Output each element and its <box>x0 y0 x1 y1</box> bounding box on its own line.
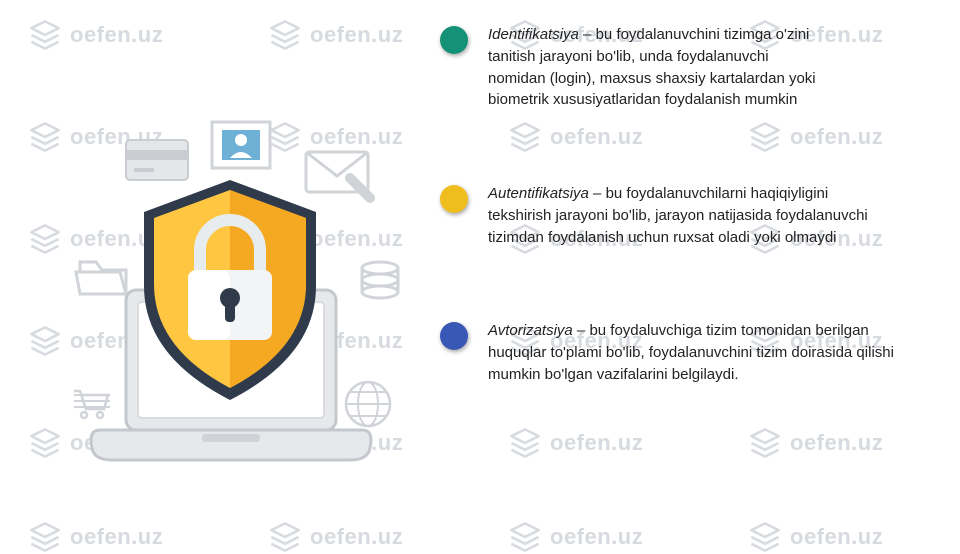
definition-item-avtorizatsiya: Avtorizatsiya – bu foydaluvchiga tizim t… <box>440 320 940 385</box>
definition-text: Avtorizatsiya – bu foydaluvchiga tizim t… <box>488 320 928 385</box>
definition-item-identifikatsiya: Identifikatsiya – bu foydalanuvchini tiz… <box>440 24 940 111</box>
stack-icon <box>748 426 782 460</box>
bullet-circle <box>440 26 468 54</box>
definition-term: Autentifikatsiya <box>488 185 589 202</box>
folder-icon <box>76 262 126 294</box>
definition-term: Avtorizatsiya <box>488 322 573 339</box>
stack-icon <box>268 18 302 52</box>
stack-icon <box>748 520 782 554</box>
globe-icon <box>346 382 390 426</box>
definition-item-autentifikatsiya: Autentifikatsiya – bu foydalanuvchilarni… <box>440 183 940 248</box>
cart-icon <box>74 391 110 418</box>
definition-term: Identifikatsiya <box>488 26 579 43</box>
card-icon <box>126 140 188 180</box>
watermark-text: oefen.uz <box>790 430 883 456</box>
stack-icon <box>28 520 62 554</box>
bullet-circle <box>440 185 468 213</box>
watermark-text: oefen.uz <box>550 430 643 456</box>
definitions-list: Identifikatsiya – bu foydalanuvchini tiz… <box>440 24 940 386</box>
envelope-icon <box>306 152 370 198</box>
watermark-text: oefen.uz <box>790 524 883 550</box>
database-icon <box>362 262 398 298</box>
stack-icon <box>268 520 302 554</box>
watermark-text: oefen.uz <box>310 22 403 48</box>
security-illustration <box>30 100 430 480</box>
stack-icon <box>508 520 542 554</box>
watermark-text: oefen.uz <box>70 22 163 48</box>
watermark-text: oefen.uz <box>310 524 403 550</box>
watermark-text: oefen.uz <box>70 524 163 550</box>
stack-icon <box>28 18 62 52</box>
id-card-icon <box>212 122 270 168</box>
bullet-circle <box>440 322 468 350</box>
definition-text: Identifikatsiya – bu foydalanuvchini tiz… <box>488 24 818 111</box>
watermark-text: oefen.uz <box>550 524 643 550</box>
stack-icon <box>508 426 542 460</box>
definition-text: Autentifikatsiya – bu foydalanuvchilarni… <box>488 183 888 248</box>
